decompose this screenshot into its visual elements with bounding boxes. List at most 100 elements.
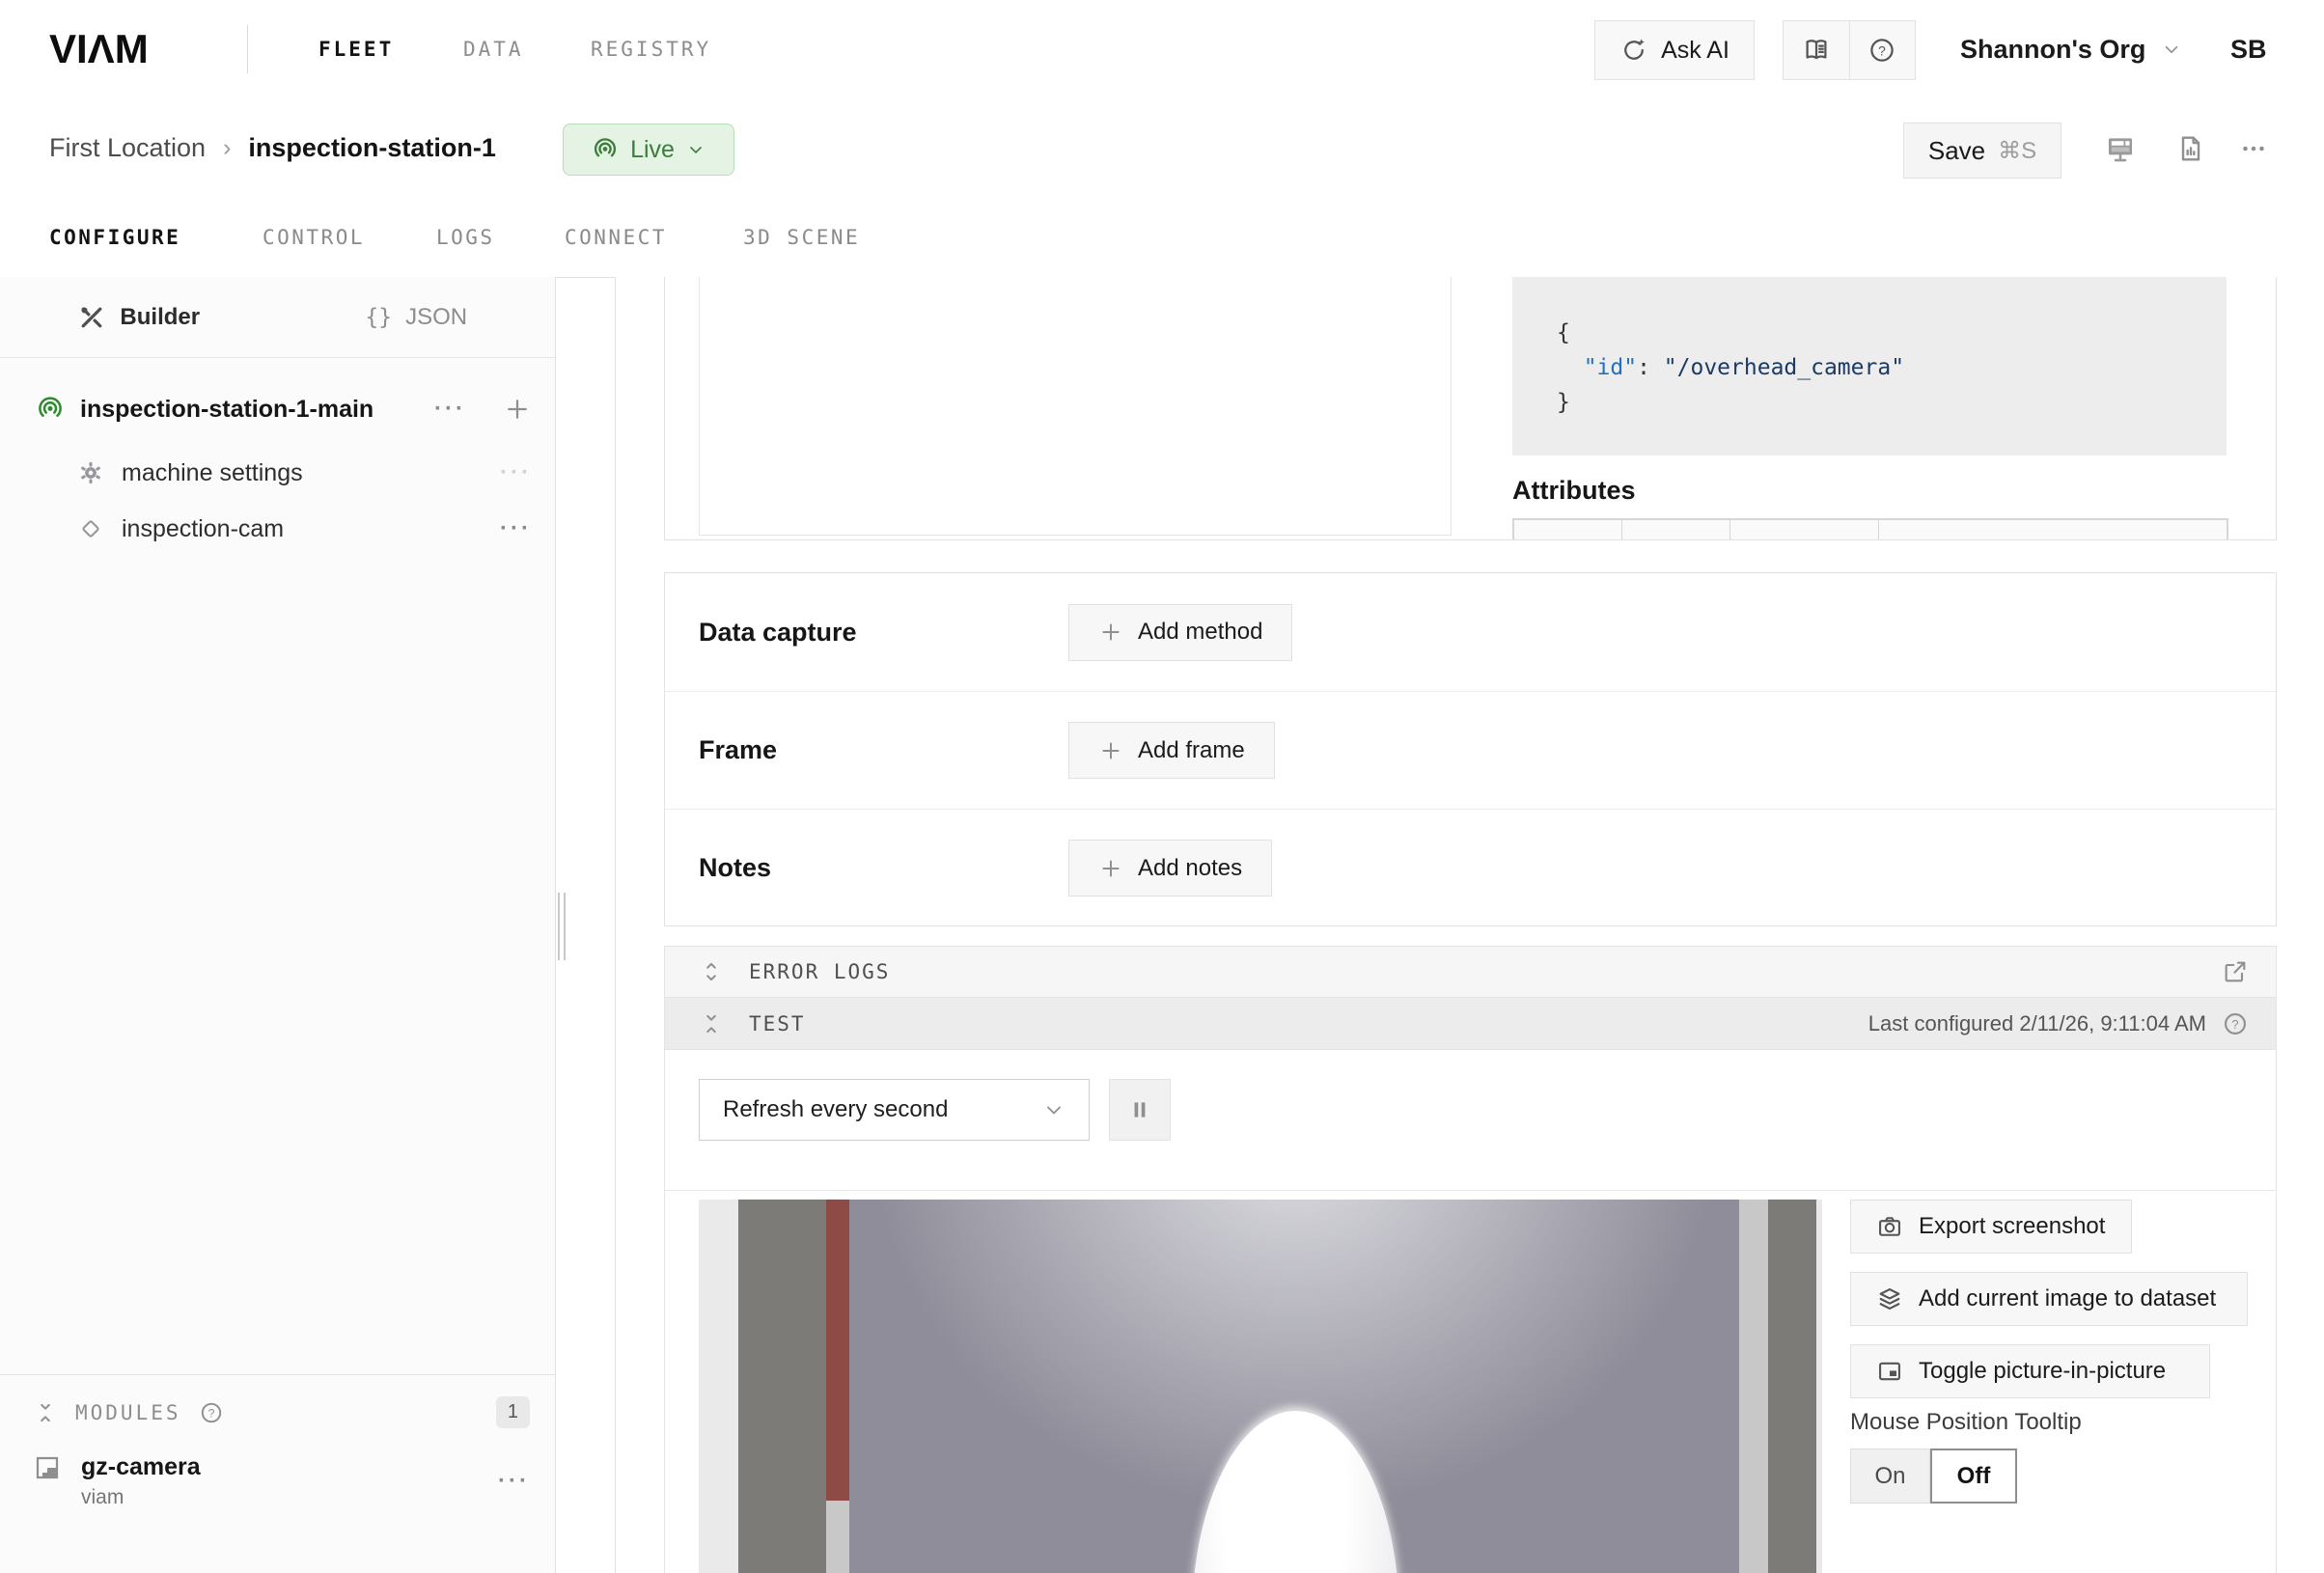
machine-report-button[interactable]: [2175, 98, 2206, 198]
inspection-cam-menu-button[interactable]: ···: [500, 515, 532, 542]
tree-item-machine-settings[interactable]: machine settings ···: [0, 451, 555, 495]
test-section-divider: [665, 1190, 2276, 1191]
tooltip-toggle-on[interactable]: On: [1850, 1449, 1930, 1504]
tab-logs[interactable]: LOGS: [436, 198, 495, 277]
component-sections-card: Data capture Add method Frame Add frame …: [664, 572, 2277, 926]
help-button-group: ?: [1783, 20, 1916, 80]
code-close-brace: }: [1557, 390, 1570, 415]
nav-data[interactable]: DATA: [463, 0, 524, 98]
machine-name: inspection-station-1: [248, 133, 496, 163]
svg-text:?: ?: [1878, 43, 1886, 58]
picture-in-picture-icon: [1876, 1358, 1903, 1385]
tab-control[interactable]: CONTROL: [263, 198, 365, 277]
tab-3d-scene[interactable]: 3D SCENE: [743, 198, 860, 277]
main-part-menu-button[interactable]: ···: [434, 396, 466, 423]
layers-icon: [1876, 1285, 1903, 1312]
refresh-rate-select[interactable]: Refresh every second: [699, 1079, 1090, 1141]
ask-ai-button[interactable]: Ask AI: [1594, 20, 1755, 80]
camera-icon: [1876, 1213, 1903, 1240]
docs-button[interactable]: [1784, 21, 1849, 79]
machine-part-broadcast-icon: [36, 395, 65, 424]
toggle-pip-label: Toggle picture-in-picture: [1919, 1358, 2166, 1385]
attributes-heading: Attributes: [1512, 476, 1636, 506]
org-name: Shannon's Org: [1960, 35, 2145, 65]
add-notes-button[interactable]: Add notes: [1068, 840, 1272, 897]
add-image-to-dataset-button[interactable]: Add current image to dataset: [1850, 1272, 2248, 1326]
collapse-vertical-icon: [33, 1400, 58, 1425]
json-label: JSON: [405, 304, 467, 331]
test-help-icon[interactable]: ?: [2222, 1010, 2249, 1037]
question-circle-icon: ?: [1868, 36, 1896, 65]
module-menu-button[interactable]: ···: [498, 1468, 530, 1495]
module-texts: gz-camera viam: [81, 1453, 201, 1509]
data-capture-row: Data capture Add method: [665, 573, 2276, 691]
last-configured-text: Last configured 2/11/26, 9:11:04 AM: [1868, 1011, 2206, 1036]
tab-connect[interactable]: CONNECT: [565, 198, 667, 277]
chevron-down-icon: [1042, 1098, 1065, 1121]
add-frame-label: Add frame: [1138, 737, 1245, 764]
book-icon: [1802, 36, 1831, 65]
add-component-button[interactable]: [503, 395, 532, 424]
sidebar-resize-handle[interactable]: [558, 893, 569, 960]
camera-wall-right: [1768, 1200, 1816, 1573]
nav-registry[interactable]: REGISTRY: [591, 0, 711, 98]
toggle-pip-button[interactable]: Toggle picture-in-picture: [1850, 1344, 2210, 1398]
tools-icon: [77, 303, 106, 332]
builder-mode-tab[interactable]: Builder: [0, 277, 278, 357]
tab-configure[interactable]: CONFIGURE: [49, 198, 180, 277]
notes-label: Notes: [699, 853, 1068, 883]
live-status-badge[interactable]: Live: [563, 124, 734, 176]
machine-settings-label: machine settings: [122, 459, 303, 487]
breadcrumb: First Location › inspection-station-1: [49, 98, 496, 198]
code-open-brace: {: [1557, 320, 1570, 345]
module-publisher: viam: [81, 1486, 201, 1509]
mouse-position-tooltip-label: Mouse Position Tooltip: [1850, 1409, 2082, 1436]
camera-red-stripe: [826, 1200, 849, 1501]
breadcrumb-location[interactable]: First Location: [49, 133, 206, 163]
notes-row: Notes Add notes: [665, 809, 2276, 926]
refresh-rate-value: Refresh every second: [723, 1096, 948, 1123]
app-header: VIΛM FLEET DATA REGISTRY Ask AI: [0, 0, 2324, 99]
error-logs-label: ERROR LOGS: [749, 960, 890, 983]
error-logs-bar[interactable]: ERROR LOGS: [664, 946, 2277, 998]
json-mode-tab[interactable]: {} JSON: [278, 277, 556, 357]
mouse-tooltip-toggle: On Off: [1850, 1449, 2017, 1504]
test-panel-body: Refresh every second: [664, 1050, 2277, 1573]
tooltip-toggle-off[interactable]: Off: [1930, 1449, 2017, 1504]
frame-label: Frame: [699, 735, 1068, 765]
avatar[interactable]: SB: [2230, 0, 2267, 98]
camera-wall-left: [738, 1200, 826, 1573]
breadcrumb-separator: ›: [223, 134, 231, 162]
diamond-icon: [77, 515, 104, 542]
tree-item-inspection-cam[interactable]: inspection-cam ···: [0, 507, 555, 551]
save-button[interactable]: Save ⌘S: [1903, 123, 2061, 179]
pause-refresh-button[interactable]: [1109, 1079, 1171, 1141]
frame-row: Frame Add frame: [665, 691, 2276, 809]
monitor-dashboard-icon: [2104, 132, 2137, 165]
add-frame-button[interactable]: Add frame: [1068, 722, 1275, 779]
machine-monitor-button[interactable]: [2104, 98, 2137, 198]
modules-panel: MODULES ? 1 gz-camera: [0, 1374, 555, 1573]
nav-fleet[interactable]: FLEET: [318, 0, 394, 98]
braces-icon: {}: [365, 305, 392, 330]
attributes-json-editor[interactable]: { "id": "/overhead_camera" }: [1512, 277, 2227, 455]
viam-logo[interactable]: VIΛM: [49, 0, 149, 98]
export-screenshot-button[interactable]: Export screenshot: [1850, 1200, 2132, 1254]
machine-settings-menu-button[interactable]: ···: [500, 459, 532, 486]
tree-item-main-part[interactable]: inspection-station-1-main ···: [0, 385, 555, 433]
org-switcher[interactable]: Shannon's Org: [1960, 0, 2182, 98]
machine-more-button[interactable]: [2237, 98, 2270, 198]
help-button[interactable]: ?: [1849, 21, 1916, 79]
modules-help-icon[interactable]: ?: [199, 1400, 224, 1425]
plus-icon: [1098, 738, 1123, 763]
open-in-new-icon[interactable]: [2222, 958, 2249, 985]
modules-header[interactable]: MODULES ? 1: [0, 1375, 555, 1428]
add-method-button[interactable]: Add method: [1068, 604, 1292, 661]
test-bar[interactable]: TEST Last configured 2/11/26, 9:11:04 AM…: [664, 998, 2277, 1050]
code-key: "id": [1584, 355, 1637, 380]
main-part-name: inspection-station-1-main: [80, 396, 374, 424]
export-screenshot-label: Export screenshot: [1919, 1213, 2105, 1240]
test-label: TEST: [749, 1012, 806, 1035]
config-sidebar: Builder {} JSON inspection-station-1-mai…: [0, 277, 556, 1573]
add-notes-label: Add notes: [1138, 855, 1242, 882]
